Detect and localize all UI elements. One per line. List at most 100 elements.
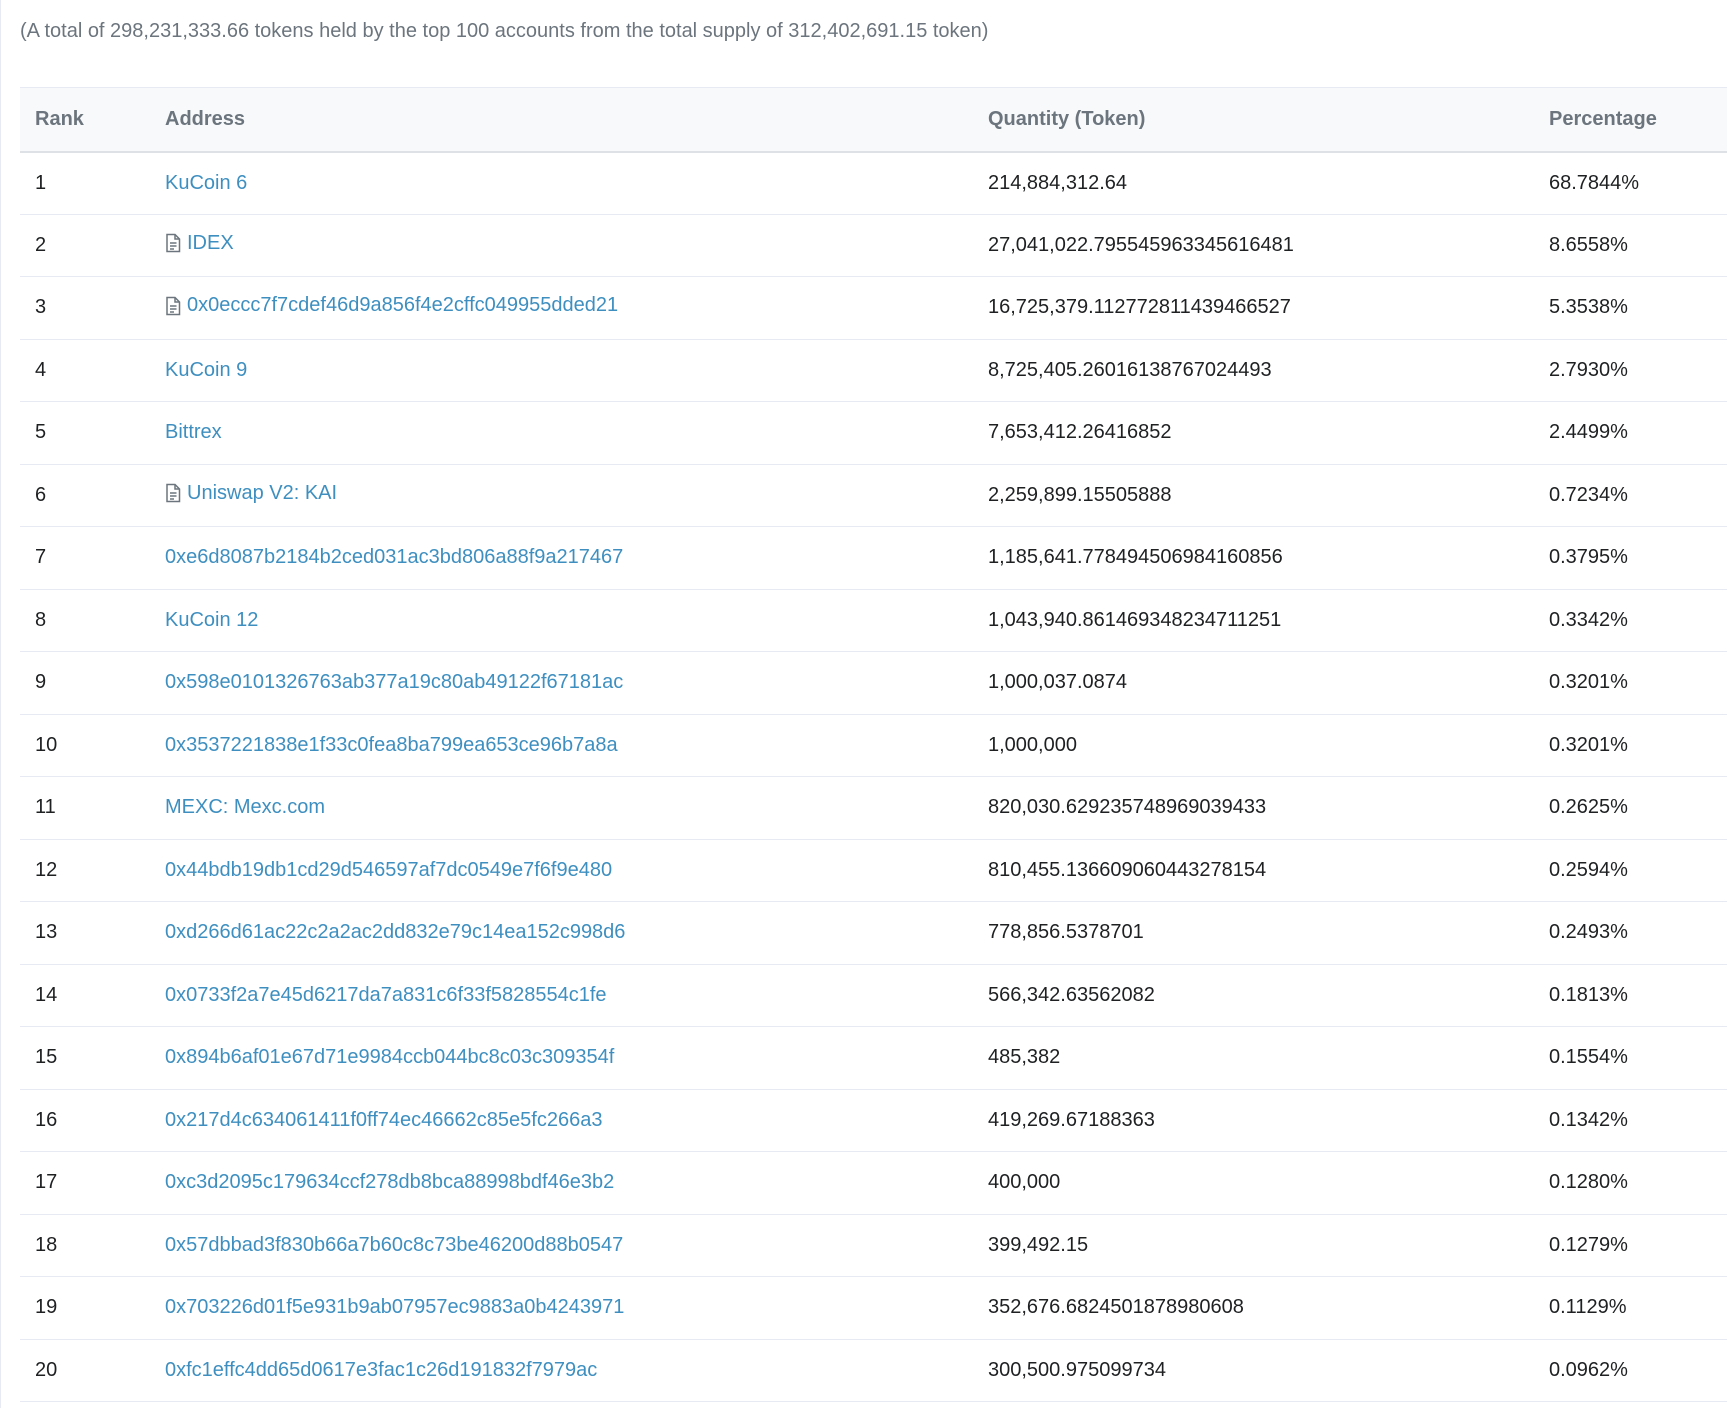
table-row-20: 20 0xfc1effc4dd65d0617e3fac1c26d191832f7… [20, 1339, 1727, 1402]
address-link[interactable]: KuCoin 9 [165, 359, 247, 382]
address-link[interactable]: 0x0733f2a7e45d6217da7a831c6f33f5828554c1… [165, 984, 607, 1007]
table-row-11: 11 MEXC: Mexc.com 820,030.62923574896903… [20, 777, 1727, 840]
quantity-cell: 27,041,022.795545963345616481 [988, 233, 1294, 256]
address-text: 0x598e0101326763ab377a19c80ab49122f67181… [165, 671, 624, 694]
quantity-cell: 1,000,037.0874 [988, 671, 1128, 694]
rank-cell: 13 [35, 921, 58, 944]
percentage-cell: 0.7234% [1549, 483, 1628, 506]
percentage-cell: 0.1342% [1549, 1108, 1628, 1131]
address-cell: 0x44bdb19db1cd29d546597af7dc0549e7f6f9e4… [150, 839, 973, 902]
percentage-cell: 0.1554% [1549, 1046, 1628, 1069]
address-link[interactable]: 0x57dbbad3f830b66a7b60c8c73be46200d88b05… [165, 1234, 623, 1257]
rank-cell: 4 [35, 358, 47, 381]
header-address: Address [165, 107, 246, 130]
header-quantity: Quantity (Token) [988, 107, 1146, 130]
address-link[interactable]: Uniswap V2: KAI [165, 482, 337, 505]
address-text: KuCoin 9 [165, 358, 248, 381]
address-text: 0xfc1effc4dd65d0617e3fac1c26d191832f7979… [165, 1358, 598, 1381]
address-text: 0x3537221838e1f33c0fea8ba799ea653ce96b7a… [165, 733, 618, 756]
percentage-cell: 0.3342% [1549, 608, 1628, 631]
table-row-12: 12 0x44bdb19db1cd29d546597af7dc0549e7f6f… [20, 839, 1727, 902]
address-link[interactable]: 0xc3d2095c179634ccf278db8bca88998bdf46e3… [165, 1171, 614, 1194]
address-text: KuCoin 12 [165, 608, 259, 631]
quantity-cell: 399,492.15 [988, 1233, 1089, 1256]
address-link[interactable]: 0x0eccc7f7cdef46d9a856f4e2cffc049955dded… [165, 294, 618, 317]
address-link[interactable]: 0xd266d61ac22c2a2ac2dd832e79c14ea152c998… [165, 921, 625, 944]
rank-cell: 16 [35, 1108, 58, 1131]
table-row-4: 4 KuCoin 9 8,725,405.26016138767024493 2… [20, 339, 1727, 402]
rank-cell: 1 [35, 171, 47, 194]
quantity-cell: 419,269.67188363 [988, 1108, 1155, 1131]
table-row-18: 18 0x57dbbad3f830b66a7b60c8c73be46200d88… [20, 1214, 1727, 1277]
address-link[interactable]: 0xe6d8087b2184b2ced031ac3bd806a88f9a2174… [165, 546, 623, 569]
address-text: 0x0eccc7f7cdef46d9a856f4e2cffc049955dded… [187, 294, 619, 316]
rank-cell: 5 [35, 421, 47, 444]
percentage-cell: 0.0962% [1549, 1358, 1628, 1381]
address-link[interactable]: 0xfc1effc4dd65d0617e3fac1c26d191832f7979… [165, 1359, 597, 1382]
quantity-cell: 7,653,412.26416852 [988, 421, 1172, 444]
table-row-14: 14 0x0733f2a7e45d6217da7a831c6f33f582855… [20, 964, 1727, 1027]
rank-cell: 20 [35, 1358, 58, 1381]
address-text: 0xc3d2095c179634ccf278db8bca88998bdf46e3… [165, 1171, 615, 1194]
address-link[interactable]: 0x703226d01f5e931b9ab07957ec9883a0b42439… [165, 1296, 624, 1319]
rank-cell: 15 [35, 1046, 58, 1069]
holders-table-body: 1 KuCoin 6 214,884,312.64 68.7844% 2 IDE… [20, 152, 1727, 1402]
address-text: 0x703226d01f5e931b9ab07957ec9883a0b42439… [165, 1296, 625, 1319]
address-cell: 0x0733f2a7e45d6217da7a831c6f33f5828554c1… [150, 964, 973, 1027]
address-cell: KuCoin 6 [150, 152, 973, 215]
rank-cell: 6 [35, 483, 47, 506]
table-row-16: 16 0x217d4c634061411f0ff74ec46662c85e5fc… [20, 1089, 1727, 1152]
address-link[interactable]: 0x44bdb19db1cd29d546597af7dc0549e7f6f9e4… [165, 859, 612, 882]
quantity-cell: 2,259,899.15505888 [988, 483, 1172, 506]
address-link[interactable]: MEXC: Mexc.com [165, 796, 325, 819]
percentage-cell: 0.3201% [1549, 733, 1628, 756]
address-cell: Uniswap V2: KAI [150, 464, 973, 527]
rank-cell: 2 [35, 233, 47, 256]
quantity-cell: 300,500.975099734 [988, 1358, 1166, 1381]
address-cell: MEXC: Mexc.com [150, 777, 973, 840]
holders-table-header: Rank Address Quantity (Token) Percentage [20, 87, 1727, 152]
percentage-cell: 5.3538% [1549, 296, 1628, 319]
address-text: 0xd266d61ac22c2a2ac2dd832e79c14ea152c998… [165, 921, 626, 944]
table-row-10: 10 0x3537221838e1f33c0fea8ba799ea653ce96… [20, 714, 1727, 777]
quantity-cell: 1,043,940.861469348234711251 [988, 608, 1282, 631]
table-row-2: 2 IDEX 27,041,022.795545963345616481 8.6… [20, 214, 1727, 277]
file-text-icon [165, 483, 181, 503]
address-cell: IDEX [150, 214, 973, 277]
token-holders-page: (A total of 298,231,333.66 tokens held b… [0, 0, 1727, 1408]
address-text: IDEX [187, 231, 234, 254]
address-link[interactable]: 0x3537221838e1f33c0fea8ba799ea653ce96b7a… [165, 734, 618, 757]
address-link[interactable]: 0x217d4c634061411f0ff74ec46662c85e5fc266… [165, 1109, 602, 1132]
address-link[interactable]: 0x598e0101326763ab377a19c80ab49122f67181… [165, 671, 623, 694]
address-cell: 0xc3d2095c179634ccf278db8bca88998bdf46e3… [150, 1152, 973, 1215]
table-row-15: 15 0x894b6af01e67d71e9984ccb044bc8c03c30… [20, 1027, 1727, 1090]
address-text: 0x894b6af01e67d71e9984ccb044bc8c03c30935… [165, 1046, 615, 1069]
quantity-cell: 400,000 [988, 1171, 1061, 1194]
header-rank: Rank [35, 107, 84, 130]
rank-cell: 19 [35, 1296, 58, 1319]
address-link[interactable]: KuCoin 12 [165, 609, 258, 632]
address-cell: 0xfc1effc4dd65d0617e3fac1c26d191832f7979… [150, 1339, 973, 1402]
table-row-9: 9 0x598e0101326763ab377a19c80ab49122f671… [20, 652, 1727, 714]
address-cell: 0x894b6af01e67d71e9984ccb044bc8c03c30935… [150, 1027, 973, 1090]
quantity-cell: 214,884,312.64 [988, 171, 1128, 194]
table-row-17: 17 0xc3d2095c179634ccf278db8bca88998bdf4… [20, 1152, 1727, 1215]
address-cell: 0x3537221838e1f33c0fea8ba799ea653ce96b7a… [150, 714, 973, 777]
percentage-cell: 0.2594% [1549, 858, 1628, 881]
header-row: Rank Address Quantity (Token) Percentage [20, 87, 1727, 152]
percentage-cell: 0.1279% [1549, 1233, 1628, 1256]
address-link[interactable]: KuCoin 6 [165, 172, 247, 195]
address-link[interactable]: 0x894b6af01e67d71e9984ccb044bc8c03c30935… [165, 1046, 614, 1069]
rank-cell: 11 [35, 796, 56, 819]
table-row-8: 8 KuCoin 12 1,043,940.861469348234711251… [20, 589, 1727, 652]
address-cell: KuCoin 12 [150, 589, 973, 652]
quantity-cell: 566,342.63562082 [988, 983, 1155, 1006]
percentage-cell: 0.1813% [1549, 983, 1628, 1006]
percentage-cell: 0.1129% [1549, 1296, 1627, 1319]
holders-table: Rank Address Quantity (Token) Percentage… [20, 87, 1727, 1402]
rank-cell: 7 [35, 546, 47, 569]
address-link[interactable]: Bittrex [165, 421, 222, 444]
quantity-cell: 8,725,405.26016138767024493 [988, 358, 1272, 381]
address-link[interactable]: IDEX [165, 232, 234, 255]
quantity-cell: 1,185,641.778494506984160856 [988, 546, 1283, 569]
